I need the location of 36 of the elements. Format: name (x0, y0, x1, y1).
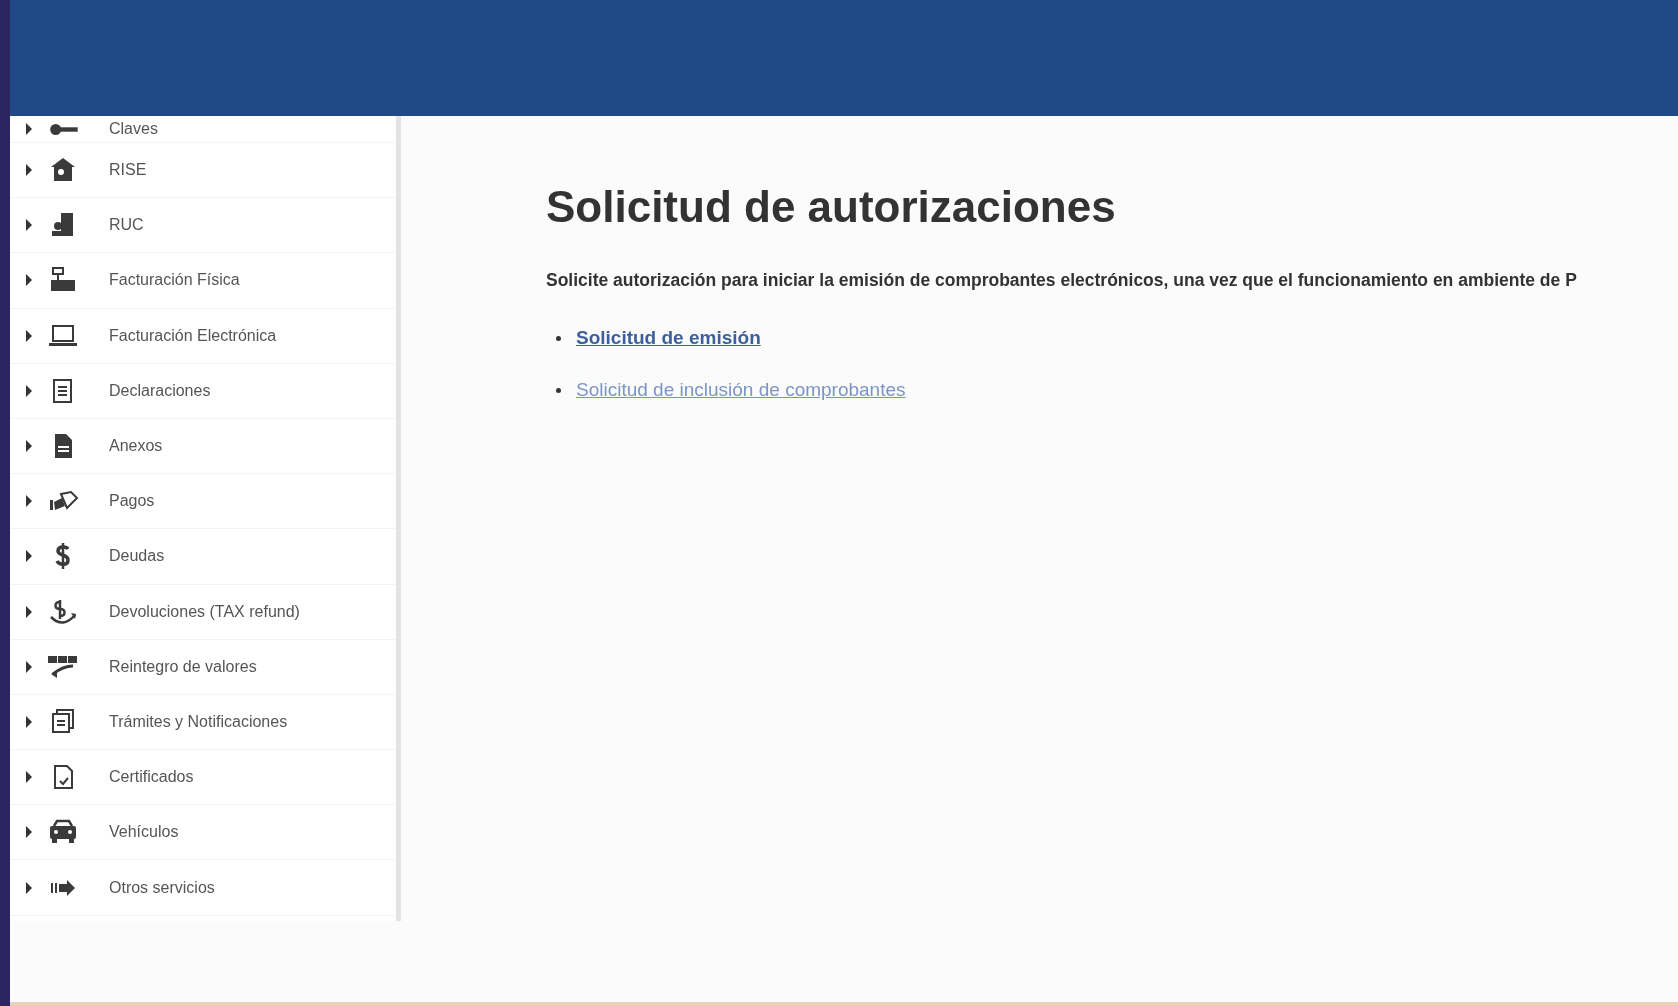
menu-item[interactable]: Reintegro de valores (109, 657, 257, 676)
bullet-icon (556, 388, 561, 394)
caret-icon[interactable] (26, 164, 32, 177)
menu-item[interactable]: Vehículos (109, 823, 179, 842)
description-text: Solicite autorización para iniciar la emisión de comprobantes electrónicos, una vez que el funcionamiento en ambiente de P (546, 270, 1577, 291)
caret-icon[interactable] (26, 826, 32, 839)
bullet-icon (556, 336, 561, 342)
caret-icon[interactable] (26, 123, 32, 135)
key-icon (50, 123, 79, 135)
caret-icon[interactable] (26, 440, 32, 453)
menu-item[interactable]: Declaraciones (109, 381, 211, 400)
caret-icon[interactable] (26, 329, 32, 342)
menu-item[interactable]: Claves (109, 120, 158, 138)
menu-item[interactable]: RISE (109, 161, 147, 180)
caret-icon[interactable] (26, 495, 32, 508)
menu-item[interactable]: Facturación Electrónica (109, 326, 277, 345)
page-title: Solicitud de autorizaciones (546, 182, 1116, 232)
menu-item[interactable]: Pagos (109, 492, 155, 511)
caret-icon[interactable] (26, 660, 32, 673)
menu-item[interactable]: RUC (109, 216, 144, 235)
caret-icon[interactable] (26, 881, 32, 894)
menu-item[interactable]: Deudas (109, 547, 165, 566)
caret-icon[interactable] (26, 550, 32, 563)
caret-icon[interactable] (26, 274, 32, 287)
caret-icon[interactable] (26, 219, 32, 232)
caret-icon[interactable] (26, 715, 32, 728)
caret-icon[interactable] (26, 384, 32, 397)
menu-item[interactable]: Trámites y Notificaciones (109, 712, 288, 731)
menu-item[interactable]: Devoluciones (TAX refund) (109, 602, 300, 621)
menu-item[interactable]: Anexos (109, 437, 163, 456)
caret-icon[interactable] (26, 605, 32, 618)
link[interactable]: Solicitud de emisión (576, 327, 761, 348)
caret-icon[interactable] (26, 771, 32, 784)
menu-item[interactable]: Certificados (109, 768, 194, 787)
menu-item[interactable]: Otros servicios (109, 878, 215, 897)
menu-item[interactable]: Facturación Física (109, 271, 240, 290)
